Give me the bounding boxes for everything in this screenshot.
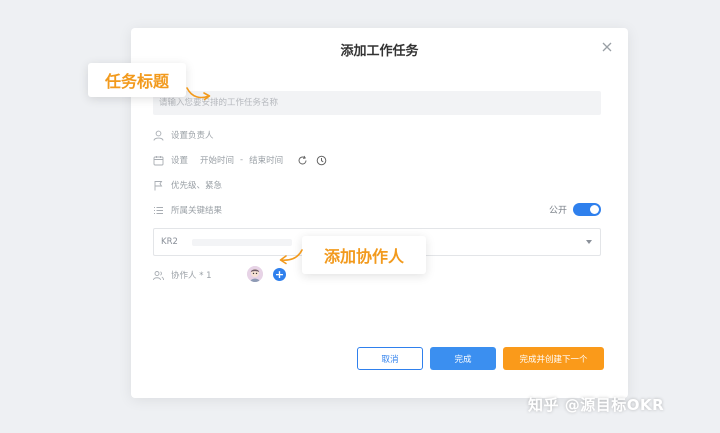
time-separator: -: [240, 155, 244, 165]
done-and-create-next-button[interactable]: 完成并创建下一个: [503, 347, 604, 370]
time-row: 设置 开始时间 - 结束时间: [153, 153, 334, 167]
key-result-label: 所属关键结果: [171, 206, 223, 216]
priority-row[interactable]: 优先级、紧急: [153, 178, 234, 192]
close-icon[interactable]: [601, 41, 613, 53]
callout-arrow-icon: [279, 249, 303, 265]
done-button[interactable]: 完成: [430, 347, 496, 370]
collaborators-label: 协作人 * 1: [171, 271, 212, 281]
calendar-icon: [153, 155, 164, 166]
person-icon: [153, 130, 164, 141]
key-result-row: 所属关键结果: [153, 203, 234, 217]
key-result-value: KR2: [161, 237, 178, 247]
collaborator-avatar[interactable]: [247, 266, 263, 282]
task-title-callout: 任务标题: [88, 63, 186, 97]
public-label: 公开: [549, 206, 568, 216]
callout-arrow-icon: [186, 87, 211, 101]
end-time[interactable]: 结束时间: [249, 154, 283, 166]
task-title-input[interactable]: [153, 91, 601, 115]
start-time[interactable]: 开始时间: [200, 154, 234, 166]
dialog-title: 添加工作任务: [340, 44, 419, 59]
caret-down-icon: [586, 240, 592, 244]
public-toggle[interactable]: [573, 203, 602, 216]
key-result-description: [191, 238, 292, 246]
add-collaborator-button[interactable]: +: [273, 268, 286, 281]
time-set-label[interactable]: 设置: [171, 154, 188, 166]
list-icon: [153, 205, 164, 216]
people-icon: [153, 270, 164, 281]
clock-icon[interactable]: [316, 155, 327, 166]
priority-label[interactable]: 优先级、紧急: [171, 179, 222, 191]
public-toggle-group: 公开: [549, 203, 602, 216]
repeat-icon[interactable]: [297, 155, 308, 166]
assignee-label[interactable]: 设置负责人: [171, 129, 214, 141]
assignee-row[interactable]: 设置负责人: [153, 128, 226, 142]
flag-icon: [153, 180, 164, 191]
add-collaborator-callout: 添加协作人: [302, 236, 426, 274]
watermark: 知乎 @源目标OKR: [528, 396, 665, 414]
collaborators-row: 协作人 * 1: [153, 268, 224, 282]
cancel-button[interactable]: 取消: [357, 347, 423, 370]
